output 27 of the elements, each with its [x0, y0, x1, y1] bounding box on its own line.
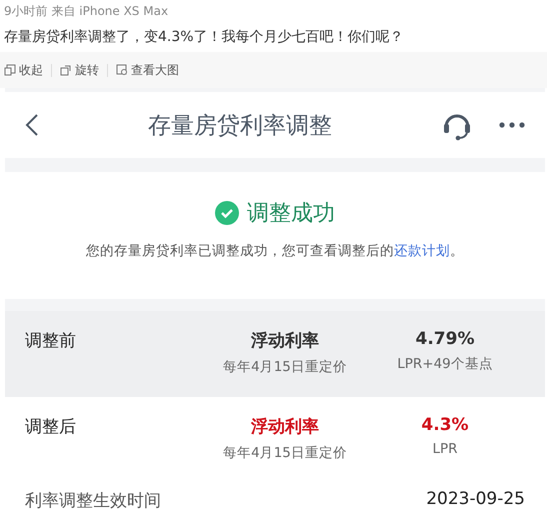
rate-value: 4.79% — [416, 329, 474, 349]
collapse-icon — [4, 64, 16, 76]
rate-type: 浮动利率 — [251, 330, 319, 352]
check-icon — [215, 201, 239, 225]
rate-basis: LPR+49个基点 — [397, 355, 493, 373]
success-message: 您的存量房贷利率已调整成功，您可查看调整后的还款计划。 — [86, 242, 464, 260]
row-label: 调整后 — [25, 416, 77, 439]
success-heading: 调整成功 — [247, 200, 335, 228]
row-label: 调整前 — [25, 330, 77, 353]
image-icon — [116, 64, 128, 76]
page-title: 存量房贷利率调整 — [147, 112, 333, 140]
repricing-note: 每年4月15日重定价 — [223, 358, 347, 376]
post-meta: 9小时前 来自 iPhone XS Max — [3, 3, 170, 20]
rate-type: 浮动利率 — [251, 416, 319, 438]
back-icon[interactable] — [25, 113, 39, 137]
effective-date-label: 利率调整生效时间 — [25, 490, 161, 513]
rotate-icon — [60, 64, 72, 76]
repayment-plan-link[interactable]: 还款计划 — [394, 243, 450, 259]
enlarge-button[interactable]: 查看大图 — [116, 62, 187, 78]
rate-basis: LPR — [432, 441, 458, 457]
effective-date: 2023-09-25 — [426, 489, 525, 511]
repricing-note: 每年4月15日重定价 — [223, 444, 347, 462]
collapse-button[interactable]: 收起 — [4, 62, 51, 78]
post-text: 存量房贷利率调整了，变4.3%了！我每个月少七百吧！你们呢？ — [3, 28, 405, 47]
rotate-button[interactable]: 旋转 — [60, 62, 107, 78]
rate-value: 4.3% — [421, 415, 469, 435]
more-icon[interactable] — [499, 122, 525, 128]
